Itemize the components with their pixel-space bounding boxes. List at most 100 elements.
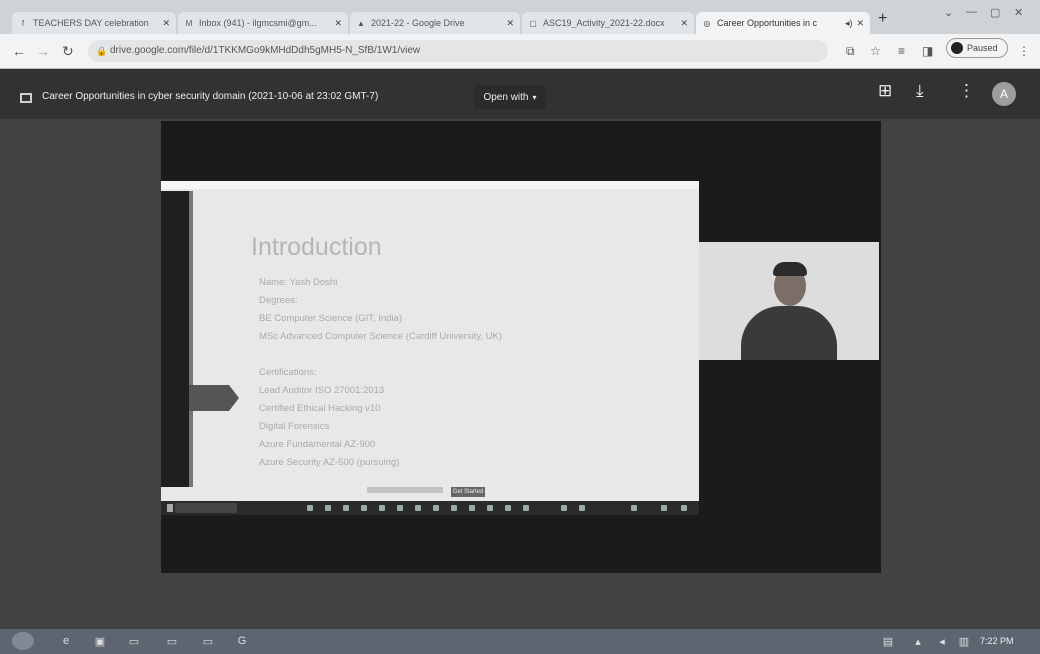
chevron-down-icon: ▾ — [532, 92, 537, 102]
close-tab-icon[interactable]: ✕ — [162, 18, 170, 29]
tab-search-icon[interactable]: ⌄ — [944, 6, 953, 19]
back-arrow-icon[interactable]: ← — [12, 43, 26, 59]
app-icon[interactable]: ▭ — [126, 634, 142, 648]
slide-button: Get Started — [451, 487, 485, 497]
avatar — [951, 42, 963, 54]
close-window-icon[interactable]: ✕ — [1014, 6, 1023, 19]
app-icon — [343, 505, 349, 511]
slide-accent-strip — [189, 191, 193, 487]
share-icon[interactable]: ⧉ — [846, 44, 855, 59]
tab-google-drive[interactable]: ▲ 2021-22 - Google Drive ✕ — [350, 12, 520, 34]
app-icon — [361, 505, 367, 511]
tab-label: 2021-22 - Google Drive — [371, 18, 465, 28]
network-icon[interactable]: ▴ — [910, 634, 926, 648]
globe-icon: ◎ — [703, 18, 711, 28]
tray-icon[interactable]: ▥ — [956, 634, 972, 648]
slide-line: Certifications: — [259, 367, 317, 378]
app-icon — [379, 505, 385, 511]
close-tab-icon[interactable]: ✕ — [506, 18, 514, 29]
volume-icon[interactable]: ◂ — [934, 634, 950, 648]
add-comment-icon[interactable]: ⊞ — [878, 81, 892, 101]
url-text: drive.google.com/file/d/1TKKMGo9kMHdDdh5… — [110, 45, 421, 56]
bookmark-star-icon[interactable]: ☆ — [870, 44, 881, 58]
open-with-label: Open with — [483, 91, 529, 103]
windows-taskbar: e ▣ ▭ ▭ ▭ G ▤ ▴ ◂ ▥ 7:22 PM — [0, 629, 1040, 654]
minimize-icon[interactable]: — — [966, 6, 977, 18]
new-tab-button[interactable]: + — [878, 10, 887, 28]
slide-line: Digital Forensics — [259, 421, 330, 432]
speaker-body — [741, 306, 837, 360]
profile-button[interactable]: Paused — [946, 38, 1008, 58]
slide-dark-panel — [161, 191, 189, 487]
app-icon[interactable]: ▣ — [92, 634, 108, 648]
app-icon — [523, 505, 529, 511]
file-title: Career Opportunities in cyber security d… — [42, 91, 379, 102]
tab-inbox[interactable]: M Inbox (941) - ilgmcsmi@gm... ✕ — [178, 12, 348, 34]
slide-line: Lead Auditor ISO 27001:2013 — [259, 385, 385, 396]
app-icon[interactable]: ▭ — [164, 634, 180, 648]
account-avatar[interactable]: A — [992, 82, 1016, 106]
profile-status: Paused — [967, 43, 998, 53]
address-bar-row: ← → ↻ 🔒 drive.google.com/file/d/1TKKMGo9… — [0, 34, 1040, 69]
tray-icon — [661, 505, 667, 511]
close-tab-icon[interactable]: ✕ — [334, 18, 342, 29]
shared-slide: Introduction Name: Yash Doshi Degrees: B… — [161, 181, 699, 515]
restore-icon[interactable]: ▢ — [990, 6, 1000, 19]
slide-arrow-shape — [189, 385, 239, 411]
speaker-camera-feed — [699, 242, 879, 360]
tab-label: Inbox (941) - ilgmcsmi@gm... — [199, 18, 317, 28]
app-icon — [487, 505, 493, 511]
app-icon[interactable]: ▭ — [200, 634, 216, 648]
speaker-icon[interactable]: ◂) — [845, 18, 853, 29]
app-icon — [505, 505, 511, 511]
slide-line: Azure Fundamental AZ-900 — [259, 439, 376, 450]
search-box — [175, 503, 237, 513]
more-menu-icon[interactable]: ⋮ — [1018, 44, 1030, 58]
gmail-icon: M — [185, 18, 193, 28]
open-with-button[interactable]: Open with ▾ — [474, 85, 546, 109]
slide-window-bar — [161, 181, 699, 189]
tab-label: TEACHERS DAY celebration — [33, 18, 149, 28]
tab-career-opportunities[interactable]: ◎ Career Opportunities in c ◂) ✕ — [696, 12, 870, 34]
url-input[interactable]: 🔒 drive.google.com/file/d/1TKKMGo9kMHdDd… — [88, 40, 828, 62]
chrome-icon[interactable]: G — [234, 634, 250, 648]
shared-screen-taskbar — [161, 501, 699, 515]
drive-icon: ▲ — [357, 18, 365, 28]
app-icon — [325, 505, 331, 511]
side-panel-icon[interactable]: ◨ — [922, 44, 933, 58]
tab-asc-doc[interactable]: ▢ ASC19_Activity_2021-22.docx ✕ — [522, 12, 694, 34]
close-tab-icon[interactable]: ✕ — [856, 18, 864, 29]
tab-strip: f TEACHERS DAY celebration ✕ M Inbox (94… — [0, 0, 1040, 34]
close-tab-icon[interactable]: ✕ — [680, 18, 688, 29]
app-icon — [469, 505, 475, 511]
slide-line: Degrees: — [259, 295, 298, 306]
taskbar-clock[interactable]: 7:22 PM — [980, 636, 1014, 646]
video-file-icon — [20, 93, 32, 103]
reading-list-icon[interactable]: ≡ — [898, 44, 905, 58]
app-icon — [451, 505, 457, 511]
app-icon — [561, 505, 567, 511]
reload-icon[interactable]: ↻ — [62, 43, 74, 60]
tab-teachers-day[interactable]: f TEACHERS DAY celebration ✕ — [12, 12, 176, 34]
slide-line: Name: Yash Doshi — [259, 277, 338, 288]
slide-line: MSc Advanced Computer Science (Cardiff U… — [259, 331, 503, 342]
app-icon[interactable]: e — [58, 634, 74, 648]
drive-viewer: Career Opportunities in cyber security d… — [0, 69, 1040, 629]
tab-label: ASC19_Activity_2021-22.docx — [543, 18, 665, 28]
slide-caption-bar — [367, 487, 443, 493]
video-player[interactable]: Introduction Name: Yash Doshi Degrees: B… — [161, 121, 881, 573]
speaker-hair — [773, 262, 807, 276]
app-icon — [415, 505, 421, 511]
slide-line: Azure Security AZ-500 (pursuing) — [259, 457, 400, 468]
tray-icon — [681, 505, 687, 511]
windows-icon — [167, 504, 173, 512]
app-icon — [579, 505, 585, 511]
start-button-icon[interactable] — [12, 632, 34, 650]
app-icon — [397, 505, 403, 511]
tray-icon[interactable]: ▤ — [880, 634, 896, 648]
forward-arrow-icon[interactable]: → — [36, 43, 50, 59]
download-icon[interactable]: ⤓ — [916, 81, 924, 101]
app-icon — [433, 505, 439, 511]
more-actions-icon[interactable]: ⋮ — [958, 81, 975, 101]
app-icon — [307, 505, 313, 511]
